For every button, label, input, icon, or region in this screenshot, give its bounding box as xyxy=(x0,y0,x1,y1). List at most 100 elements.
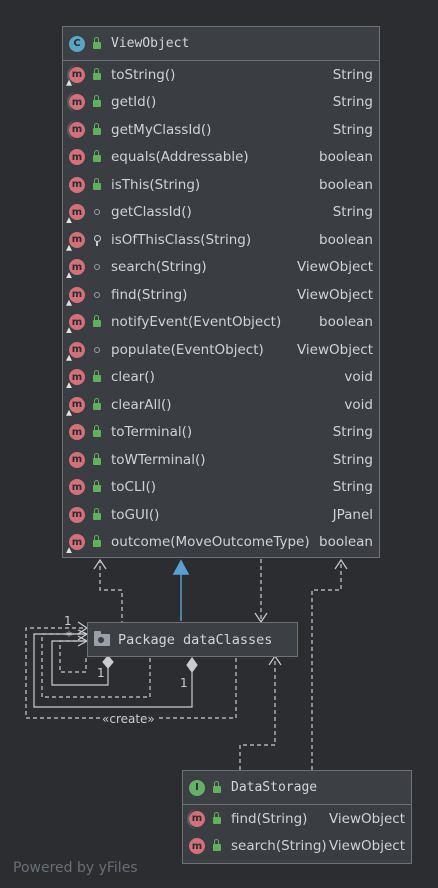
return-type: ViewObject xyxy=(328,838,405,855)
public-visibility-icon xyxy=(91,67,103,81)
return-type: boolean xyxy=(319,231,373,248)
method-icon: m xyxy=(66,369,85,389)
method-row[interactable]: m toWTerminal() String xyxy=(63,446,379,474)
return-type: void xyxy=(344,369,373,386)
return-type: String xyxy=(332,424,373,441)
method-row[interactable]: m outcome(MoveOutcomeType) boolean xyxy=(63,529,379,557)
method-row[interactable]: m clear() void xyxy=(63,364,379,392)
method-icon: m xyxy=(66,64,85,86)
method-row[interactable]: m toTerminal() String xyxy=(63,419,379,447)
stereotype-create-label: «create» xyxy=(100,712,157,726)
method-name: notifyEvent(EventObject) xyxy=(111,314,282,331)
method-icon: m xyxy=(66,534,85,554)
method-icon: m xyxy=(66,396,85,416)
viewobject-header: C ViewObject xyxy=(63,27,379,61)
method-name: clear() xyxy=(111,369,155,386)
return-type: ViewObject xyxy=(296,341,373,358)
package-dataclasses-node[interactable]: Package dataClasses xyxy=(87,622,298,657)
self-loop-inner xyxy=(59,640,87,673)
return-type: JPanel xyxy=(332,506,373,523)
method-name: toCLI() xyxy=(111,479,157,496)
method-name: toString() xyxy=(111,66,176,83)
powered-by-footer: Powered by yFiles xyxy=(13,860,138,876)
return-type: String xyxy=(332,479,373,496)
return-type: boolean xyxy=(319,314,373,331)
return-type: String xyxy=(332,451,373,468)
method-row[interactable]: m clearAll() void xyxy=(63,391,379,419)
dependency-edge-left xyxy=(99,562,123,625)
method-icon: m xyxy=(66,314,85,334)
method-name: toTerminal() xyxy=(111,424,193,441)
method-row[interactable]: m isOfThisClass(String) boolean xyxy=(63,226,379,254)
public-visibility-icon xyxy=(91,150,103,163)
multiplicity-label: 1 xyxy=(64,614,72,628)
public-visibility-icon xyxy=(91,177,103,191)
package-title: Package dataClasses xyxy=(118,631,273,648)
public-visibility-icon xyxy=(91,397,103,411)
method-row[interactable]: m equals(Addressable) boolean xyxy=(63,144,379,172)
class-icon: C xyxy=(69,35,85,52)
package-icon xyxy=(94,630,110,646)
method-row[interactable]: m toCLI() String xyxy=(63,474,379,502)
method-row[interactable]: m getId() String xyxy=(63,89,379,117)
aggregation-diamond-outer xyxy=(186,656,198,674)
public-visibility-icon xyxy=(91,425,103,438)
method-name: isThis(String) xyxy=(111,176,201,193)
class-title: ViewObject xyxy=(111,36,190,51)
public-visibility-icon xyxy=(91,36,103,50)
public-visibility-icon xyxy=(91,480,103,493)
method-name: equals(Addressable) xyxy=(111,149,249,166)
public-visibility-icon xyxy=(211,780,223,794)
method-name: populate(EventObject) xyxy=(111,341,264,358)
method-icon: m xyxy=(69,506,85,523)
method-name: isOfThisClass(String) xyxy=(111,231,252,248)
return-type: ViewObject xyxy=(328,810,405,827)
return-type: String xyxy=(332,121,373,138)
method-name: search(String) xyxy=(231,838,327,855)
method-icon: m xyxy=(66,204,85,224)
method-row[interactable]: m toString() String xyxy=(63,61,379,89)
datastorage-interface-node[interactable]: I DataStorage m find(String) ViewObject m se… xyxy=(182,770,412,864)
return-type: ViewObject xyxy=(296,259,373,276)
return-type: ViewObject xyxy=(296,286,373,303)
public-visibility-icon xyxy=(91,370,103,383)
method-row[interactable]: m search(String) ViewObject xyxy=(63,254,379,282)
method-name: getMyClassId() xyxy=(111,121,212,138)
public-visibility-icon xyxy=(91,95,103,108)
package-visibility-icon xyxy=(91,261,103,273)
method-row[interactable]: m search(String) ViewObject xyxy=(183,833,411,861)
method-icon: m xyxy=(69,149,85,166)
method-row[interactable]: m isThis(String) boolean xyxy=(63,171,379,199)
method-name: search(String) xyxy=(111,259,207,276)
private-visibility-icon xyxy=(91,234,103,246)
method-icon: m xyxy=(69,479,85,496)
method-name: find(String) xyxy=(231,810,308,827)
return-type: String xyxy=(332,66,373,83)
datastorage-header: I DataStorage xyxy=(183,771,411,805)
method-list: m toString() String m getId() String m getMyCla… xyxy=(63,61,379,556)
return-type: String xyxy=(332,204,373,221)
method-icon: m xyxy=(69,451,85,468)
method-icon: m xyxy=(69,424,85,441)
method-row[interactable]: m getClassId() String xyxy=(63,199,379,227)
return-type: String xyxy=(332,94,373,111)
inheritance-arrowhead xyxy=(172,559,190,575)
return-type: void xyxy=(344,396,373,413)
method-name: toGUI() xyxy=(111,506,160,523)
public-visibility-icon xyxy=(91,122,103,136)
public-visibility-icon xyxy=(91,452,103,466)
method-row[interactable]: m find(String) ViewObject xyxy=(63,281,379,309)
public-visibility-icon xyxy=(211,839,223,852)
interface-title: DataStorage xyxy=(231,780,318,795)
method-icon: m xyxy=(66,259,85,279)
method-name: getClassId() xyxy=(111,204,192,221)
method-name: find(String) xyxy=(111,286,188,303)
method-row[interactable]: m notifyEvent(EventObject) boolean xyxy=(63,309,379,337)
method-icon: m xyxy=(67,119,85,140)
method-row[interactable]: m populate(EventObject) ViewObject xyxy=(63,336,379,364)
viewobject-class-node[interactable]: C ViewObject m toString() String m getId() St… xyxy=(62,26,380,558)
method-row[interactable]: m getMyClassId() String xyxy=(63,116,379,144)
method-row[interactable]: m find(String) ViewObject xyxy=(183,805,411,833)
method-row[interactable]: m toGUI() JPanel xyxy=(63,501,379,529)
multiplicity-label: 1 xyxy=(97,666,105,680)
